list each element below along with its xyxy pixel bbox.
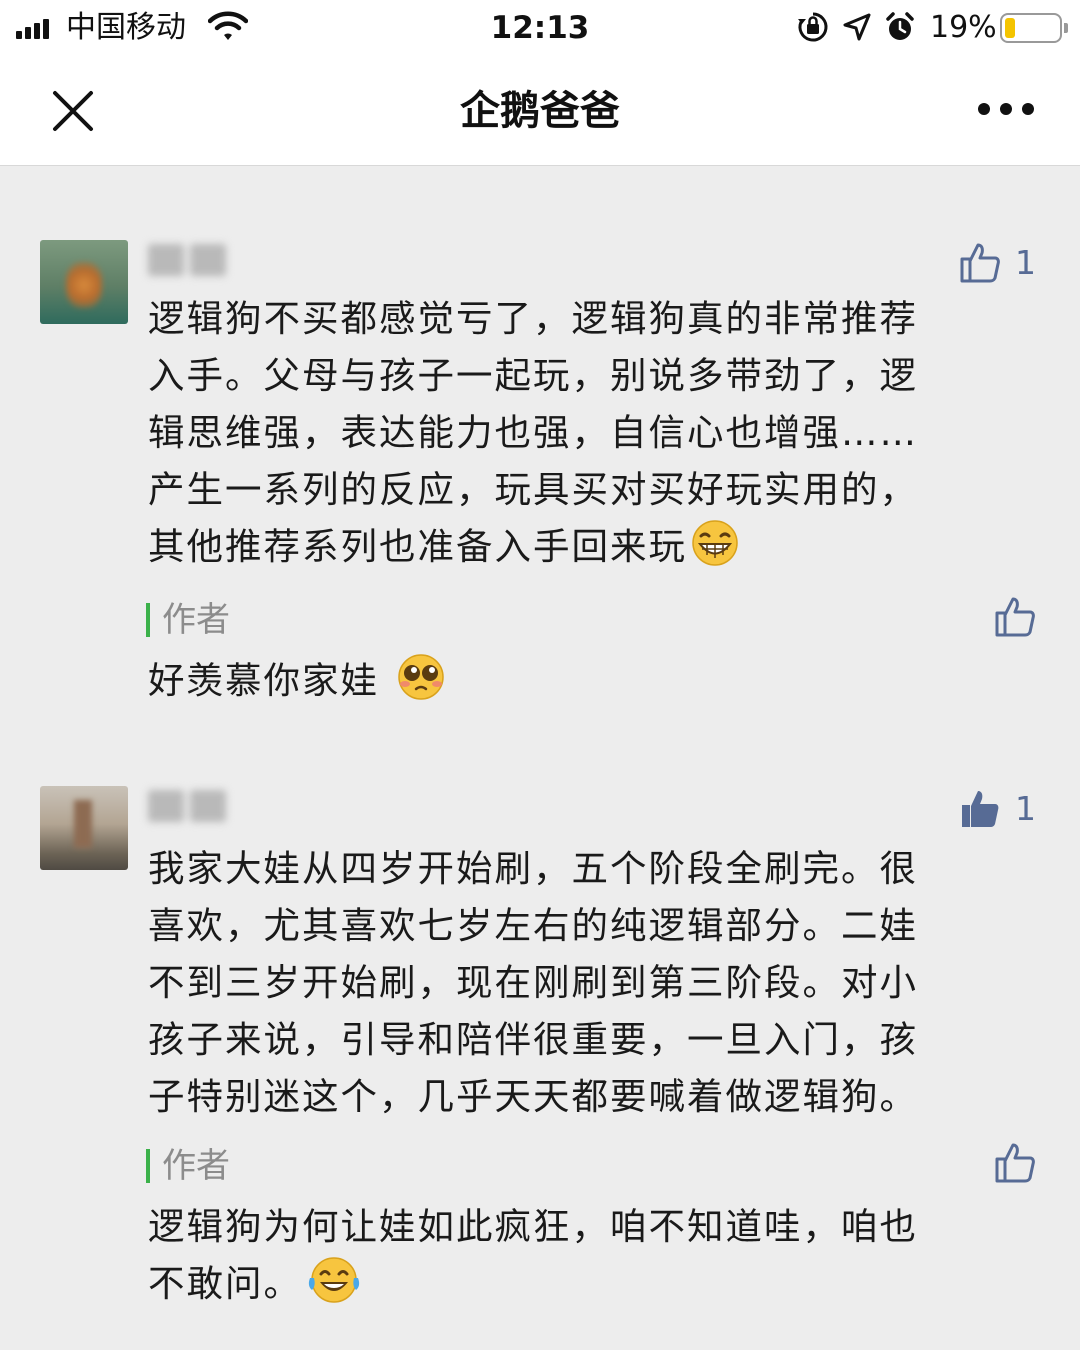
more-icon[interactable] — [978, 103, 1034, 115]
page-title: 企鹅爸爸 — [460, 88, 620, 134]
like-button[interactable]: 1 — [959, 788, 1036, 830]
nickname-blurred[interactable] — [148, 244, 226, 280]
nav-divider — [0, 165, 1080, 166]
avatar[interactable] — [40, 240, 128, 324]
comment-line: 辑思维强，表达能力也强，自信心也增强…… — [148, 411, 918, 454]
reply-like-button[interactable] — [994, 596, 1036, 642]
thumbs-up-outline-icon — [960, 243, 1000, 283]
comment-line: 其他推荐系列也准备入手回来玩 — [148, 518, 1028, 575]
thumbs-up-outline-icon — [995, 597, 1035, 637]
thumbs-up-outline-icon — [995, 1143, 1035, 1183]
author-reply-label: 作者 — [146, 600, 230, 640]
reply-text: 好羡慕你家娃 — [148, 652, 1028, 709]
like-count: 1 — [1015, 243, 1036, 282]
comment-line: 不到三岁开始刷，现在刚刷到第三阶段。对小 — [148, 961, 918, 1004]
status-time: 12:13 — [490, 10, 590, 46]
reply-line: 不敢问。 — [148, 1255, 1028, 1312]
comment-text: 逻辑狗不买都感觉亏了，逻辑狗真的非常推荐 入手。父母与孩子一起玩，别说多带劲了，… — [148, 290, 1028, 575]
pleading-emoji-icon — [397, 654, 444, 700]
author-bar — [146, 1149, 150, 1183]
like-button[interactable]: 1 — [959, 242, 1036, 284]
author-reply-label: 作者 — [146, 1146, 230, 1186]
alarm-clock-icon — [886, 12, 914, 40]
battery-percentage: 19% — [930, 10, 997, 45]
orientation-lock-icon — [798, 12, 828, 42]
reply-line: 好羡慕你家娃 — [148, 652, 1028, 709]
status-bar: 中国移动 12:13 19% — [0, 0, 1080, 56]
reply-line: 逻辑狗为何让娃如此疯狂，咱不知道哇，咱也 — [148, 1205, 918, 1248]
tears-of-joy-emoji-icon — [308, 1257, 360, 1303]
navigation-bar: 企鹅爸爸 — [0, 56, 1080, 166]
nickname-blurred[interactable] — [148, 790, 226, 826]
location-arrow-icon — [843, 13, 871, 41]
comment-line: 子特别迷这个，几乎天天都要喊着做逻辑狗。 — [148, 1075, 918, 1118]
thumbs-up-filled-icon — [962, 791, 999, 827]
comment-text: 我家大娃从四岁开始刷，五个阶段全刷完。很 喜欢，尤其喜欢七岁左右的纯逻辑部分。二… — [148, 840, 1028, 1125]
like-count: 1 — [1015, 789, 1036, 828]
avatar[interactable] — [40, 786, 128, 870]
comment-line: 入手。父母与孩子一起玩，别说多带劲了，逻 — [148, 354, 918, 397]
reply-like-button[interactable] — [994, 1142, 1036, 1188]
grin-emoji-icon — [692, 520, 738, 566]
battery-icon — [1000, 13, 1068, 43]
reply-text: 逻辑狗为何让娃如此疯狂，咱不知道哇，咱也 不敢问。 — [148, 1198, 1028, 1312]
battery-level-fill — [1005, 18, 1015, 38]
comment-line: 逻辑狗不买都感觉亏了，逻辑狗真的非常推荐 — [148, 297, 918, 340]
comment-line: 喜欢，尤其喜欢七岁左右的纯逻辑部分。二娃 — [148, 904, 918, 947]
comment-line: 产生一系列的反应，玩具买对买好玩实用的， — [148, 468, 918, 511]
comment-line: 孩子来说，引导和陪伴很重要，一旦入门，孩 — [148, 1018, 918, 1061]
comment-line: 我家大娃从四岁开始刷，五个阶段全刷完。很 — [148, 847, 918, 890]
author-bar — [146, 603, 150, 637]
